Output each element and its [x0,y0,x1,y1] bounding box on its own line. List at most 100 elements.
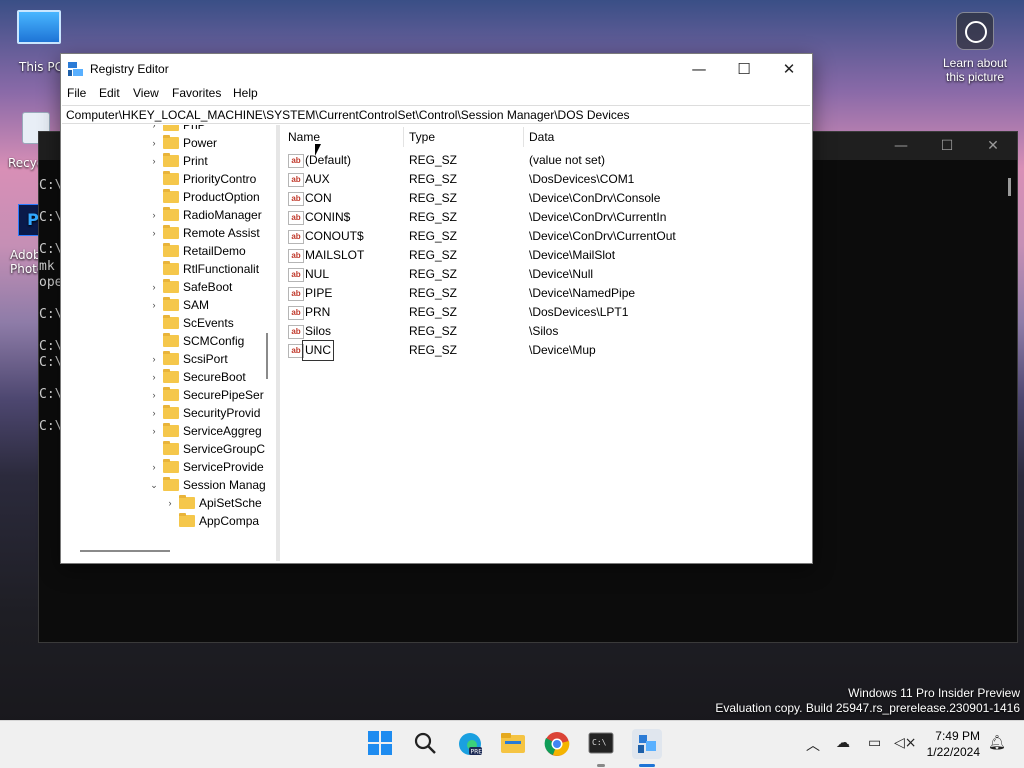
chevron-right-icon[interactable] [149,314,159,332]
tree-item-label: Print [183,154,208,168]
chevron-right-icon[interactable]: › [149,152,159,170]
chevron-right-icon[interactable]: › [149,296,159,314]
chevron-right-icon[interactable] [165,512,175,530]
column-divider[interactable] [403,127,404,147]
chevron-right-icon[interactable] [149,242,159,260]
tree-item-label: SAM [183,298,210,312]
chevron-right-icon[interactable]: › [149,224,159,242]
tree-item-label: ServiceGroupC [183,442,266,456]
string-value-icon: ab [288,211,304,225]
regedit-app-icon [68,62,83,76]
menu-favorites[interactable]: Favorites [172,86,221,100]
value-type: REG_SZ [409,343,458,357]
volume-muted-icon[interactable]: ◁× [894,735,917,751]
address-bar[interactable]: Computer\HKEY_LOCAL_MACHINE\SYSTEM\Curre… [62,105,810,124]
tree-vertical-scrollbar[interactable] [266,333,268,379]
value-row[interactable]: ab MAILSLOT REG_SZ \Device\MailSlot [282,246,802,265]
pane-splitter[interactable] [276,125,280,561]
chevron-right-icon[interactable] [149,440,159,458]
close-button[interactable]: ✕ [766,54,812,84]
clock[interactable]: 7:49 PM 1/22/2024 [927,728,980,760]
minimize-button[interactable]: — [676,54,722,84]
chevron-right-icon[interactable] [149,188,159,206]
chevron-down-icon[interactable]: ⌄ [149,476,159,494]
value-row[interactable]: ab NUL REG_SZ \Device\Null [282,265,802,284]
value-row[interactable]: ab CONOUT$ REG_SZ \Device\ConDrv\CurrentOut [282,227,802,246]
value-name: MAILSLOT [305,248,365,262]
value-row[interactable]: ab Silos REG_SZ \Silos [282,322,802,341]
tree-horizontal-scrollbar[interactable] [80,550,170,552]
chevron-right-icon[interactable]: › [149,386,159,404]
onedrive-icon[interactable]: ☁ [836,735,850,751]
chevron-right-icon[interactable]: › [149,404,159,422]
registry-editor-window[interactable]: Registry Editor — ☐ ✕ File Edit View Fav… [60,53,813,564]
chevron-right-icon[interactable]: › [149,422,159,440]
tree-item-label: Session Manag [183,478,266,492]
column-header-name[interactable]: Name [288,130,320,144]
maximize-icon[interactable]: ☐ [937,138,957,154]
network-icon[interactable]: ▭ [868,735,881,751]
value-name: CONOUT$ [305,229,364,243]
value-row[interactable]: ab CON REG_SZ \Device\ConDrv\Console [282,189,802,208]
tree-item-label: ProductOption [183,190,260,204]
value-row[interactable]: ab (Default) REG_SZ (value not set) [282,151,802,170]
value-name[interactable]: UNC [302,340,334,361]
value-name: NUL [305,267,330,281]
value-row[interactable]: ab AUX REG_SZ \DosDevices\COM1 [282,170,802,189]
folder-icon [163,135,179,149]
value-data: \Device\ConDrv\CurrentIn [529,210,667,224]
regedit-icon[interactable] [632,729,662,759]
value-data: \Device\ConDrv\CurrentOut [529,229,676,243]
chevron-right-icon[interactable]: › [149,458,159,476]
chevron-right-icon[interactable]: › [149,125,159,134]
chevron-right-icon[interactable]: › [165,494,175,512]
chevron-right-icon[interactable]: › [149,134,159,152]
string-value-icon: ab [288,173,304,187]
value-type: REG_SZ [409,210,458,224]
folder-icon [163,171,179,185]
value-row[interactable]: ab PRN REG_SZ \DosDevices\LPT1 [282,303,802,322]
chrome-icon[interactable] [544,731,570,757]
key-tree[interactable]: › PnP › Power › Print PriorityContro ProductOpt… [63,125,277,561]
svg-text:PRE: PRE [471,749,483,756]
maximize-button[interactable]: ☐ [721,54,767,84]
value-row[interactable]: ab CONIN$ REG_SZ \Device\ConDrv\CurrentIn [282,208,802,227]
edge-icon[interactable]: PRE [457,731,483,757]
menu-file[interactable]: File [67,86,86,100]
values-list[interactable]: Name Type Data ab (Default) REG_SZ (value n… [282,125,810,561]
chevron-right-icon[interactable] [149,260,159,278]
chevron-right-icon[interactable] [149,332,159,350]
learn-about-label: Learn about this picture [942,56,1008,84]
folder-icon [163,423,179,437]
menu-edit[interactable]: Edit [99,86,120,100]
console-scrollbar[interactable] [1008,178,1011,196]
regedit-titlebar[interactable]: Registry Editor — ☐ ✕ [61,54,812,84]
start-icon[interactable] [368,731,394,757]
value-row[interactable]: ab UNC REG_SZ \Device\Mup [282,340,802,361]
learn-about-picture[interactable]: Learn about this picture [936,12,1014,84]
chevron-right-icon[interactable]: › [149,368,159,386]
chevron-right-icon[interactable]: › [149,350,159,368]
value-type: REG_SZ [409,153,458,167]
minimize-icon[interactable]: — [891,138,911,154]
search-icon[interactable] [413,731,439,757]
tree-item-label: SecureBoot [183,370,246,384]
value-row[interactable]: ab PIPE REG_SZ \Device\NamedPipe [282,284,802,303]
menu-help[interactable]: Help [233,86,258,100]
file-explorer-icon[interactable] [500,731,526,757]
tree-item-label: SecurityProvid [183,406,261,420]
menu-view[interactable]: View [133,86,159,100]
close-icon[interactable]: ✕ [983,138,1003,154]
value-name: CONIN$ [305,210,351,224]
terminal-icon[interactable]: C:\ [588,731,614,757]
column-header-type[interactable]: Type [409,130,435,144]
chevron-up-icon[interactable]: ︿ [806,735,820,755]
console-line: C:\ [39,419,63,434]
chevron-right-icon[interactable] [149,170,159,188]
column-header-data[interactable]: Data [529,130,554,144]
column-divider[interactable] [523,127,524,147]
notification-bell-icon[interactable]: 🔔︎ [988,735,1006,751]
chevron-right-icon[interactable]: › [149,278,159,296]
folder-icon [163,279,179,293]
chevron-right-icon[interactable]: › [149,206,159,224]
